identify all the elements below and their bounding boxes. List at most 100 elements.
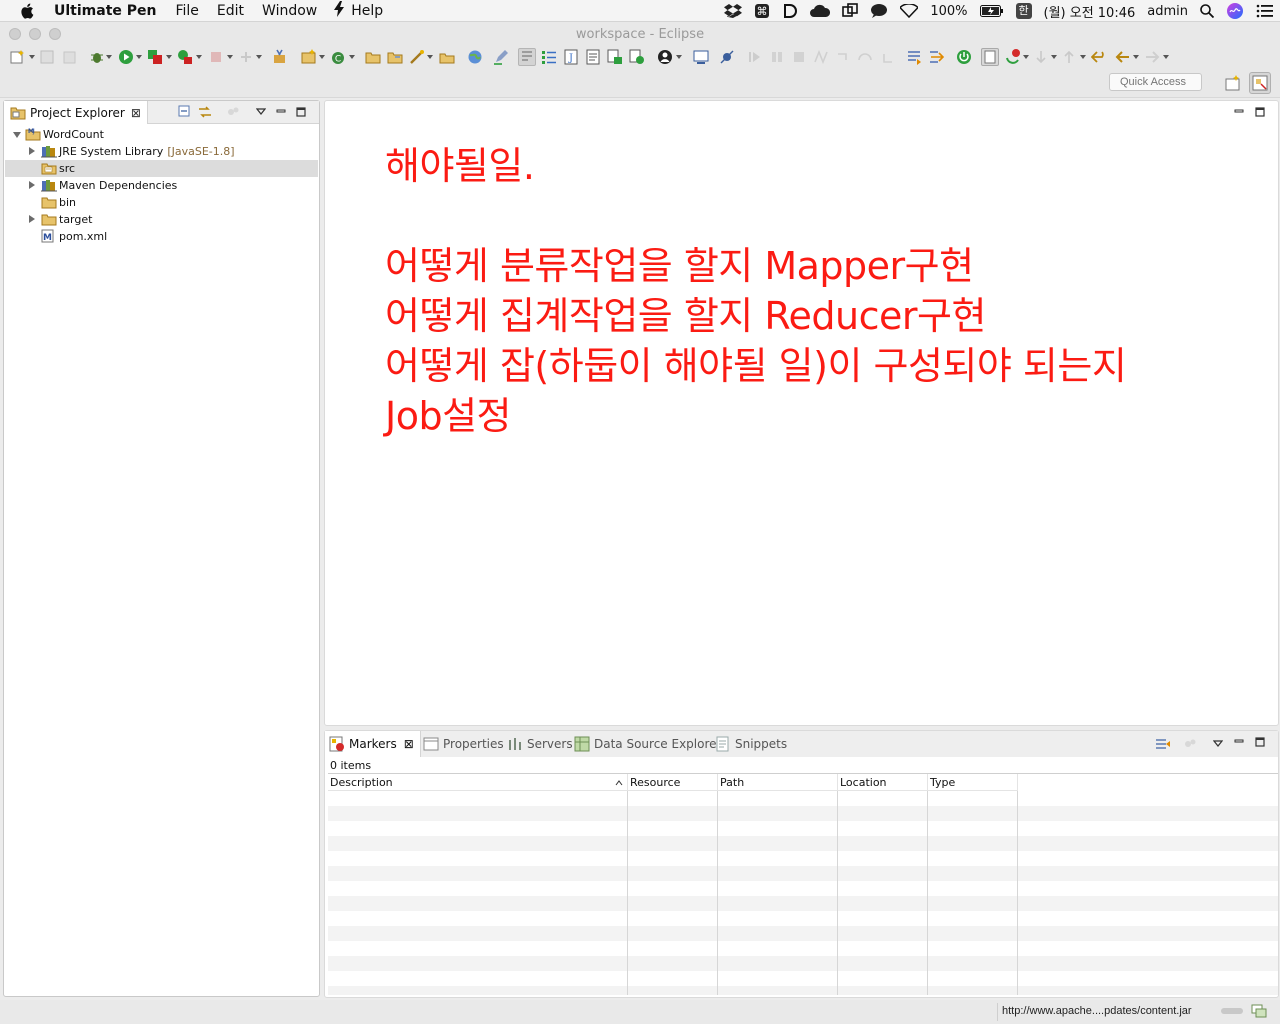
open-task-icon[interactable]	[438, 48, 456, 66]
document-icon[interactable]	[584, 48, 602, 66]
menu-bar-clock[interactable]: (월) 오전 10:46	[1044, 2, 1136, 21]
console-icon[interactable]	[692, 48, 710, 66]
configure-contents-icon[interactable]	[1155, 736, 1171, 755]
project-explorer-tab[interactable]: Project Explorer ⊠	[4, 101, 148, 124]
tree-item-target[interactable]: target	[5, 211, 318, 228]
previous-annotation-icon[interactable]	[928, 48, 946, 66]
search-dropdown-arrow[interactable]	[427, 55, 433, 59]
dropbox-icon[interactable]	[724, 4, 743, 18]
new-wizard-icon[interactable]	[9, 48, 27, 66]
new-class-icon[interactable]: C	[330, 48, 348, 66]
column-header-resource[interactable]: Resource	[628, 774, 718, 791]
maximize-view-icon[interactable]	[294, 105, 308, 119]
collapsed-arrow-icon[interactable]	[29, 147, 35, 155]
editor-area[interactable]: 해야될일. 어떻게 분류작업을 할지 Mapper구현 어떻게 집계작업을 할지…	[324, 100, 1279, 726]
menu-window[interactable]: Window	[253, 3, 326, 19]
menu-help[interactable]: Help	[342, 3, 392, 19]
coverage-dropdown-arrow[interactable]	[166, 55, 172, 59]
task-list-icon[interactable]	[606, 48, 624, 66]
markers-minimize-icon[interactable]	[1234, 737, 1244, 750]
column-header-location[interactable]: Location	[838, 774, 928, 791]
javadoc-icon[interactable]: J	[562, 48, 580, 66]
external-tools-dropdown-arrow[interactable]	[196, 55, 202, 59]
team-sync-icon[interactable]	[628, 48, 646, 66]
minimize-view-icon[interactable]	[274, 105, 288, 119]
tab-servers[interactable]: Servers	[507, 731, 573, 757]
coverage-icon[interactable]	[146, 48, 164, 66]
open-perspective-icon[interactable]	[1222, 72, 1244, 94]
cloud-app-icon[interactable]	[810, 4, 831, 18]
editor-maximize-icon[interactable]	[1255, 107, 1265, 120]
menu-edit[interactable]: Edit	[208, 3, 253, 19]
external-tools-icon[interactable]	[176, 48, 194, 66]
back-dropdown-arrow[interactable]	[1133, 55, 1139, 59]
collapse-all-icon[interactable]	[178, 105, 192, 119]
power-icon[interactable]	[955, 48, 973, 66]
build-all-icon[interactable]	[271, 48, 289, 66]
editor-minimize-icon[interactable]	[1234, 107, 1244, 120]
menu-app-name[interactable]: Ultimate Pen	[54, 3, 166, 19]
collapsed-arrow-icon[interactable]	[29, 215, 35, 223]
new-dropdown-arrow[interactable]	[29, 55, 35, 59]
spotlight-search-icon[interactable]	[1200, 4, 1214, 18]
apple-logo-icon[interactable]	[18, 2, 36, 20]
new-project-dropdown-arrow[interactable]	[319, 55, 325, 59]
open-resource-icon[interactable]	[386, 48, 404, 66]
column-header-description[interactable]: Description	[328, 774, 628, 791]
search-wand-icon[interactable]	[408, 48, 426, 66]
battery-percent[interactable]: 100%	[930, 4, 967, 19]
close-icon[interactable]: ⊠	[131, 106, 141, 120]
lightning-bolt-icon[interactable]	[326, 0, 345, 21]
collapsed-arrow-icon[interactable]	[29, 181, 35, 189]
menu-file[interactable]: File	[166, 3, 207, 19]
progress-view-icon[interactable]	[1251, 1004, 1267, 1018]
link-with-editor-icon[interactable]	[198, 105, 212, 119]
new-class-dropdown-arrow[interactable]	[349, 55, 355, 59]
run-icon[interactable]	[117, 48, 135, 66]
expanded-arrow-icon[interactable]	[13, 132, 21, 138]
wifi-icon[interactable]	[900, 4, 919, 18]
close-icon[interactable]: ⊠	[404, 737, 414, 751]
toggle-mark-occurrences-icon[interactable]	[518, 48, 536, 66]
siri-icon[interactable]	[1226, 2, 1244, 20]
column-header-path[interactable]: Path	[718, 774, 838, 791]
chat-bubble-icon[interactable]	[870, 3, 888, 19]
tree-item-pom-xml[interactable]: Mpom.xml	[5, 228, 318, 245]
new-java-project-icon[interactable]	[300, 48, 318, 66]
run-dropdown-arrow[interactable]	[136, 55, 142, 59]
back-icon[interactable]	[1114, 48, 1132, 66]
profile-dropdown-arrow[interactable]	[676, 55, 682, 59]
open-type-icon[interactable]	[364, 48, 382, 66]
resource-perspective-icon[interactable]	[1249, 72, 1271, 94]
toggle-block-selection-icon[interactable]	[981, 48, 999, 66]
tab-snippets[interactable]: Snippets	[715, 731, 787, 757]
tab-data-source-explorer[interactable]: Data Source Explorer	[574, 731, 721, 757]
debug-icon[interactable]	[88, 48, 106, 66]
tree-item-wordcount[interactable]: M J WordCount	[5, 126, 318, 143]
tab-properties[interactable]: Properties	[423, 731, 504, 757]
user-name[interactable]: admin	[1147, 4, 1188, 19]
command-key-icon[interactable]: ⌘	[754, 3, 770, 19]
window-switch-icon[interactable]	[842, 3, 859, 19]
show-whitespace-icon[interactable]	[540, 48, 558, 66]
view-menu-icon[interactable]	[254, 105, 268, 119]
pen-edit-icon[interactable]	[492, 48, 510, 66]
last-edit-location-icon[interactable]	[1090, 48, 1108, 66]
skip-breakpoints-icon[interactable]	[718, 48, 736, 66]
refresh-dropdown-arrow[interactable]	[1023, 55, 1029, 59]
tree-item-maven-dependencies[interactable]: Maven Dependencies	[5, 177, 318, 194]
battery-icon[interactable]	[979, 5, 1004, 17]
notification-center-icon[interactable]	[1256, 4, 1274, 18]
tree-item-bin[interactable]: bin	[5, 194, 318, 211]
input-method-indicator[interactable]: 한	[1015, 3, 1032, 19]
refresh-error-icon[interactable]	[1004, 48, 1022, 66]
column-header-type[interactable]: Type	[928, 774, 1018, 791]
tree-item-jre-system-library[interactable]: JRE System Library [JavaSE-1.8]	[5, 143, 318, 160]
markers-view-menu-icon[interactable]	[1212, 738, 1224, 751]
tab-markers[interactable]: Markers ⊠	[325, 731, 421, 757]
debug-dropdown-arrow[interactable]	[106, 55, 112, 59]
tree-item-src[interactable]: src	[5, 160, 318, 177]
globe-icon[interactable]	[466, 48, 484, 66]
markers-maximize-icon[interactable]	[1255, 737, 1265, 750]
d-app-icon[interactable]	[782, 3, 798, 19]
